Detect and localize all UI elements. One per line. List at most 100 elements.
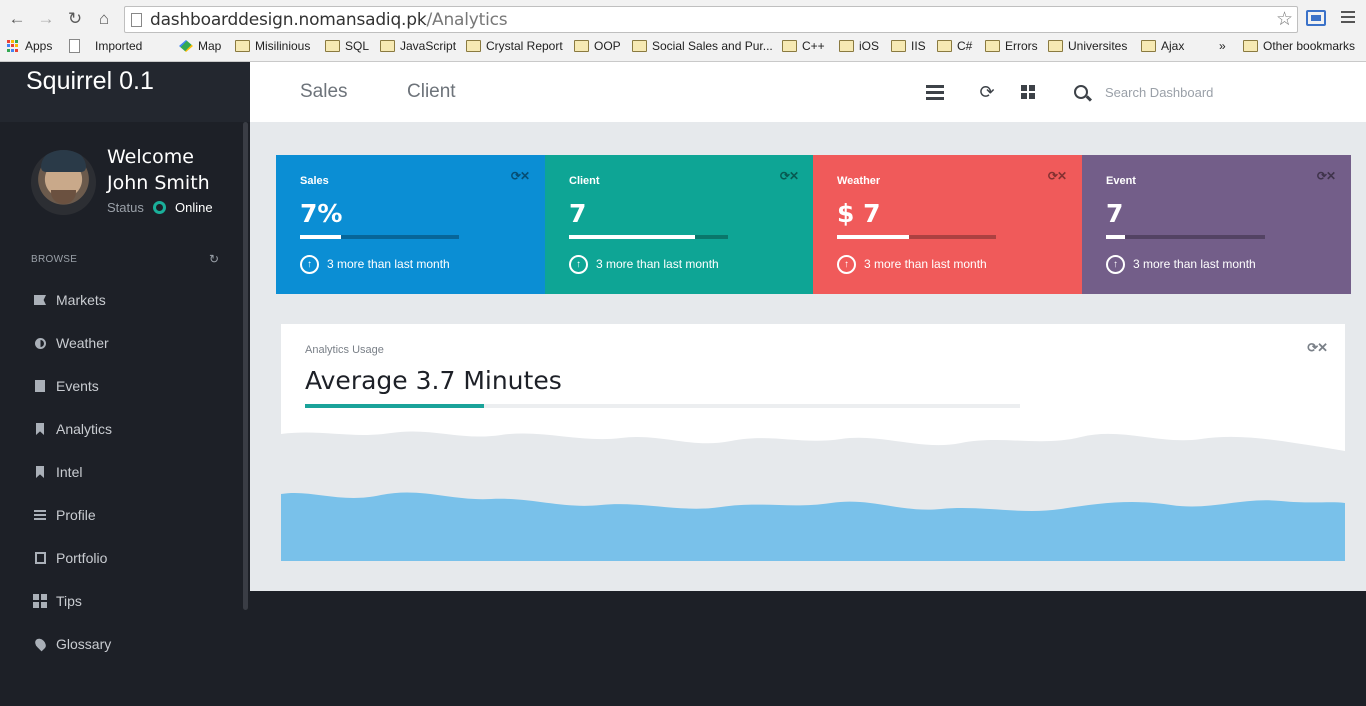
sidebar-item-label: Events: [56, 378, 99, 394]
card-progress: [1106, 235, 1265, 239]
status-indicator-icon: [153, 201, 166, 214]
browser-menu-icon[interactable]: [1341, 11, 1355, 25]
tab-client[interactable]: Client: [407, 81, 456, 103]
folder-icon: [235, 40, 250, 52]
sidebar-item-weather[interactable]: Weather: [34, 333, 109, 353]
refresh-icon[interactable]: ⟳: [977, 82, 997, 102]
bookmark-folder[interactable]: IIS: [891, 39, 926, 53]
panel-progress-fill: [305, 404, 484, 408]
card-title: Sales: [300, 175, 329, 187]
folder-icon: [380, 40, 395, 52]
forward-arrow-icon[interactable]: →: [35, 8, 57, 30]
avatar[interactable]: [31, 150, 96, 215]
bookmark-other[interactable]: Other bookmarks: [1243, 39, 1355, 53]
bookmarks-bar: Apps Imported Map Misilinious SQL JavaSc…: [0, 37, 1366, 59]
card-value: 7%: [300, 199, 343, 228]
lines-icon: [34, 509, 46, 522]
sidebar-item-glossary[interactable]: Glossary: [32, 634, 111, 654]
flag-icon: [34, 294, 46, 307]
sidebar-item-events[interactable]: Events: [34, 376, 99, 396]
bookmark-folder[interactable]: Errors: [985, 39, 1038, 53]
map-icon: [179, 40, 193, 52]
book-icon: [34, 552, 46, 565]
sidebar-item-markets[interactable]: Markets: [34, 290, 106, 310]
bookmark-star-icon[interactable]: ☆: [1276, 8, 1293, 31]
grid-icon[interactable]: [1018, 82, 1038, 102]
card-controls-icon[interactable]: ⟳✕: [511, 169, 530, 183]
bookmark-map[interactable]: Map: [179, 39, 221, 53]
bookmark-folder[interactable]: Misilinious: [235, 39, 310, 53]
bookmarks-overflow[interactable]: »: [1219, 39, 1226, 53]
card-controls-icon[interactable]: ⟳✕: [1048, 169, 1067, 183]
sidebar-item-label: Profile: [56, 507, 96, 523]
address-bar[interactable]: dashboarddesign.nomansadiq.pk/Analytics …: [124, 6, 1298, 33]
panel-controls-icon[interactable]: ⟳✕: [1307, 340, 1328, 356]
welcome-text: Welcome: [107, 146, 194, 168]
hamburger-menu-icon[interactable]: [925, 82, 945, 102]
panel-title: Average 3.7 Minutes: [305, 366, 562, 395]
folder-icon: [574, 40, 589, 52]
card-controls-icon[interactable]: ⟳✕: [1317, 169, 1336, 183]
card-note: 3 more than last month: [1133, 257, 1256, 271]
bookmark-folder[interactable]: iOS: [839, 39, 879, 53]
bookmark-folder[interactable]: C#: [937, 39, 972, 53]
arrow-up-icon: ↑: [837, 255, 856, 274]
card-value: $ 7: [837, 199, 881, 228]
folder-icon: [985, 40, 1000, 52]
bookmark-folder[interactable]: OOP: [574, 39, 621, 53]
card-title: Weather: [837, 175, 881, 187]
sidebar-scrollbar[interactable]: [243, 122, 248, 610]
panel-label: Analytics Usage: [305, 344, 384, 356]
main-content: Sales Client ⟳ Sales ⟳✕ 7% ↑ 3 more than…: [250, 62, 1366, 591]
bookmark-folder[interactable]: SQL: [325, 39, 369, 53]
back-arrow-icon[interactable]: ←: [6, 8, 28, 30]
sidebar-item-profile[interactable]: Profile: [34, 505, 96, 525]
bookmark-folder[interactable]: Crystal Report: [466, 39, 563, 53]
card-progress-fill: [1106, 235, 1126, 239]
card-controls-icon[interactable]: ⟳✕: [780, 169, 799, 183]
card-progress: [569, 235, 728, 239]
bookmark-folder[interactable]: Universites: [1048, 39, 1127, 53]
stat-card-client: Client ⟳✕ 7 ↑ 3 more than last month: [545, 155, 814, 294]
sidebar-item-analytics[interactable]: Analytics: [34, 419, 112, 439]
folder-icon: [466, 40, 481, 52]
search-input[interactable]: [1105, 80, 1305, 104]
card-progress: [837, 235, 996, 239]
sidebar-item-label: Tips: [56, 593, 82, 609]
sidebar-item-tips[interactable]: Tips: [33, 591, 82, 611]
analytics-usage-panel: Analytics Usage ⟳✕ Average 3.7 Minutes: [281, 324, 1345, 561]
bookmark-folder[interactable]: JavaScript: [380, 39, 456, 53]
brand-name[interactable]: Squirrel 0.1: [26, 67, 154, 96]
top-bar: Sales Client ⟳: [250, 62, 1366, 122]
bookmark-imported[interactable]: Imported: [69, 39, 142, 53]
card-title: Event: [1106, 175, 1136, 187]
arrow-up-icon: ↑: [1106, 255, 1125, 274]
sidebar-item-portfolio[interactable]: Portfolio: [34, 548, 107, 568]
card-value: 7: [1106, 199, 1124, 228]
sidebar-item-label: Markets: [56, 292, 106, 308]
folder-icon: [1048, 40, 1063, 52]
search-icon[interactable]: [1071, 82, 1091, 102]
stat-card-sales: Sales ⟳✕ 7% ↑ 3 more than last month: [276, 155, 545, 294]
folder-icon: [937, 40, 952, 52]
bookmark-folder[interactable]: Social Sales and Pur...: [632, 39, 773, 53]
page-icon: [131, 13, 142, 27]
user-name: John Smith: [107, 172, 210, 194]
bookmark-apps[interactable]: Apps: [7, 39, 52, 53]
refresh-icon[interactable]: ↻: [209, 252, 219, 266]
tab-sales[interactable]: Sales: [300, 81, 348, 103]
bookmark-folder[interactable]: Ajax: [1141, 39, 1184, 53]
bookmark-icon: [34, 423, 46, 436]
bookmark-folder[interactable]: C++: [782, 39, 825, 53]
card-note: 3 more than last month: [327, 257, 450, 271]
reload-icon[interactable]: ↻: [64, 8, 86, 30]
url-text: dashboarddesign.nomansadiq.pk/Analytics: [150, 10, 508, 30]
cast-icon[interactable]: [1306, 10, 1326, 26]
bookmark-icon: [34, 466, 46, 479]
home-icon[interactable]: ⌂: [93, 8, 115, 30]
half-circle-icon: [34, 337, 46, 350]
card-title: Client: [569, 175, 600, 187]
folder-icon: [325, 40, 340, 52]
sidebar-item-intel[interactable]: Intel: [34, 462, 82, 482]
folder-icon: [839, 40, 854, 52]
